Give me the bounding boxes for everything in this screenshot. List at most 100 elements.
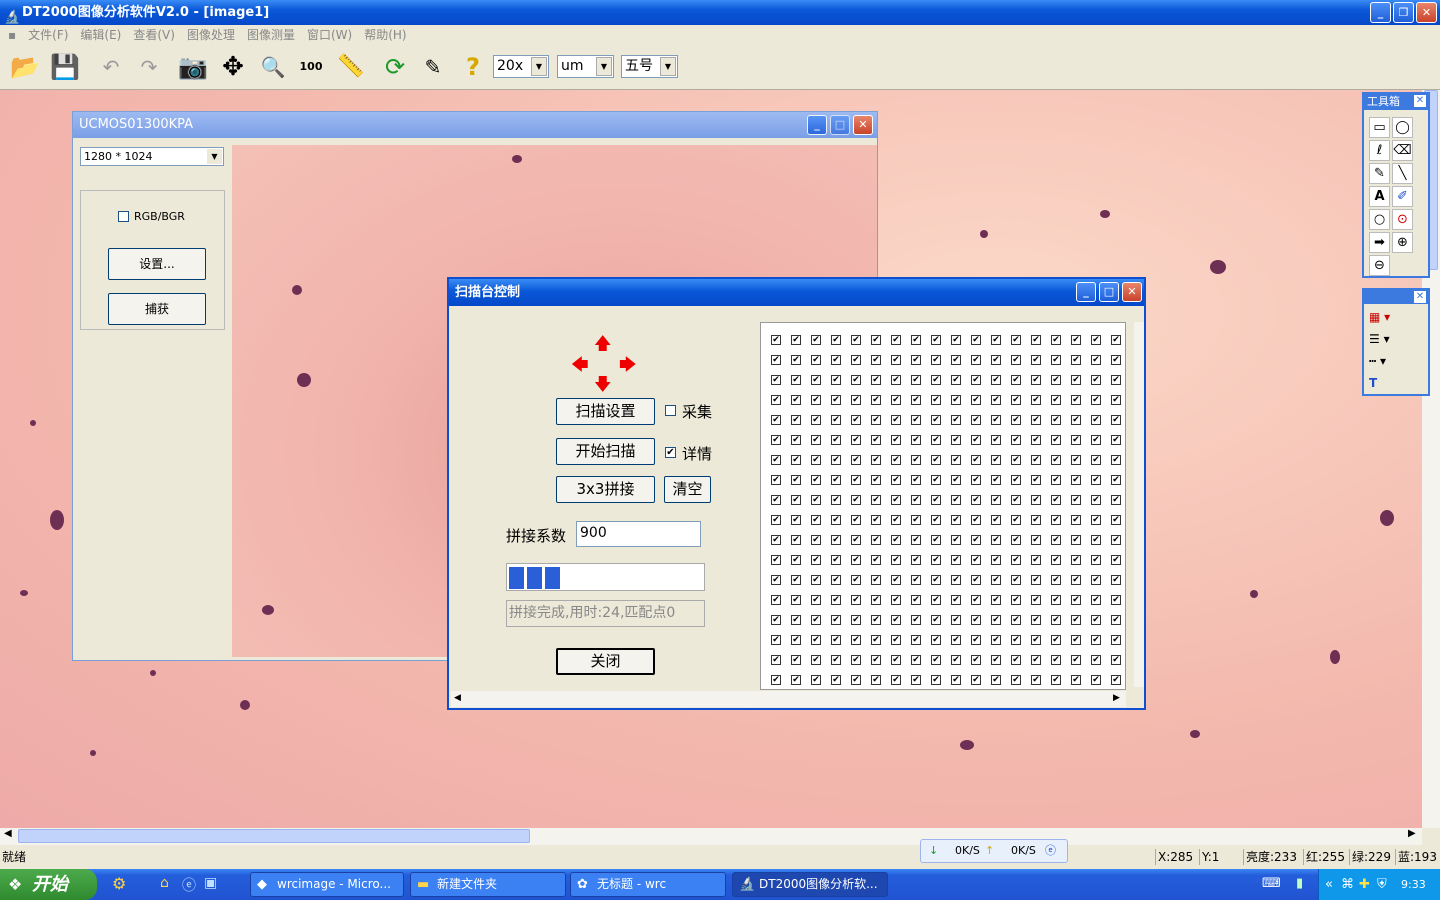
maximize-button[interactable]: □ <box>1099 282 1119 302</box>
grid-checkbox[interactable]: ✔ <box>1031 475 1041 485</box>
close-button[interactable]: ✕ <box>1416 2 1437 23</box>
grid-checkbox[interactable]: ✔ <box>891 375 901 385</box>
grid-checkbox[interactable]: ✔ <box>1071 415 1081 425</box>
grid-checkbox[interactable]: ✔ <box>951 655 961 665</box>
grid-checkbox[interactable]: ✔ <box>771 615 781 625</box>
grid-checkbox[interactable]: ✔ <box>771 655 781 665</box>
keyboard-icon[interactable]: ⌨ <box>1262 876 1281 891</box>
grid-checkbox[interactable]: ✔ <box>1011 595 1021 605</box>
grid-checkbox[interactable]: ✔ <box>931 395 941 405</box>
menu-edit[interactable]: 编辑(E) <box>74 25 127 45</box>
grid-checkbox[interactable]: ✔ <box>871 595 881 605</box>
grid-checkbox[interactable]: ✔ <box>991 475 1001 485</box>
grid-checkbox[interactable]: ✔ <box>1051 575 1061 585</box>
grid-checkbox[interactable]: ✔ <box>1071 555 1081 565</box>
grid-checkbox[interactable]: ✔ <box>1091 355 1101 365</box>
arrow-down-icon[interactable]: 🡇 <box>594 372 611 401</box>
ie-icon[interactable]: ⓔ <box>182 875 196 895</box>
grid-checkbox[interactable]: ✔ <box>1031 455 1041 465</box>
grid-checkbox[interactable]: ✔ <box>831 675 841 685</box>
grid-checkbox[interactable]: ✔ <box>811 435 821 445</box>
grid-checkbox[interactable]: ✔ <box>951 335 961 345</box>
menu-help[interactable]: 帮助(H) <box>358 25 412 45</box>
grid-checkbox[interactable]: ✔ <box>971 495 981 505</box>
grid-checkbox[interactable]: ✔ <box>971 395 981 405</box>
grid-checkbox[interactable]: ✔ <box>931 575 941 585</box>
grid-checkbox[interactable]: ✔ <box>1111 355 1121 365</box>
arrow-right-icon[interactable]: 🡆 <box>619 352 637 381</box>
grid-checkbox[interactable]: ✔ <box>971 455 981 465</box>
grid-checkbox[interactable]: ✔ <box>871 435 881 445</box>
line-style-icon[interactable]: ┅ ▾ <box>1369 354 1386 368</box>
scroll-right-icon[interactable]: ▶ <box>1113 693 1120 703</box>
grid-checkbox[interactable]: ✔ <box>1031 595 1041 605</box>
grid-checkbox[interactable]: ✔ <box>771 455 781 465</box>
minimize-button[interactable]: _ <box>1370 2 1391 23</box>
grid-checkbox[interactable]: ✔ <box>1051 675 1061 685</box>
grid-checkbox[interactable]: ✔ <box>991 635 1001 645</box>
grid-checkbox[interactable]: ✔ <box>951 355 961 365</box>
grid-checkbox[interactable]: ✔ <box>971 615 981 625</box>
grid-checkbox[interactable]: ✔ <box>851 615 861 625</box>
grid-checkbox[interactable]: ✔ <box>831 455 841 465</box>
grid-checkbox[interactable]: ✔ <box>1011 435 1021 445</box>
grid-checkbox[interactable]: ✔ <box>951 375 961 385</box>
grid-checkbox[interactable]: ✔ <box>871 335 881 345</box>
grid-checkbox[interactable]: ✔ <box>991 555 1001 565</box>
chevron-down-icon[interactable]: ▼ <box>207 149 222 164</box>
minimize-button[interactable]: _ <box>1076 282 1096 302</box>
grid-checkbox[interactable]: ✔ <box>1071 595 1081 605</box>
grid-checkbox[interactable]: ✔ <box>1031 675 1041 685</box>
grid-checkbox[interactable]: ✔ <box>1051 435 1061 445</box>
grid-checkbox[interactable]: ✔ <box>1111 675 1121 685</box>
grid-checkbox[interactable]: ✔ <box>911 555 921 565</box>
camera-icon[interactable]: 📷 <box>176 50 210 84</box>
grid-checkbox[interactable]: ✔ <box>951 575 961 585</box>
grid-checkbox[interactable]: ✔ <box>1051 595 1061 605</box>
grid-checkbox[interactable]: ✔ <box>931 555 941 565</box>
rect-select-icon[interactable]: ▭ <box>1369 117 1390 138</box>
grid-checkbox[interactable]: ✔ <box>891 395 901 405</box>
grid-checkbox[interactable]: ✔ <box>911 575 921 585</box>
grid-checkbox[interactable]: ✔ <box>1091 495 1101 505</box>
grid-checkbox[interactable]: ✔ <box>1111 475 1121 485</box>
grid-checkbox[interactable]: ✔ <box>811 455 821 465</box>
grid-checkbox[interactable]: ✔ <box>1091 455 1101 465</box>
grid-checkbox[interactable]: ✔ <box>831 375 841 385</box>
grid-checkbox[interactable]: ✔ <box>811 415 821 425</box>
grid-checkbox[interactable]: ✔ <box>811 535 821 545</box>
grid-checkbox[interactable]: ✔ <box>771 675 781 685</box>
grid-checkbox[interactable]: ✔ <box>931 515 941 525</box>
grid-checkbox[interactable]: ✔ <box>871 555 881 565</box>
grid-checkbox[interactable]: ✔ <box>1111 375 1121 385</box>
grid-checkbox[interactable]: ✔ <box>1011 335 1021 345</box>
grid-checkbox[interactable]: ✔ <box>791 355 801 365</box>
grid-checkbox[interactable]: ✔ <box>791 395 801 405</box>
grid-horizontal-scrollbar[interactable]: ◀ ▶ <box>451 691 1126 707</box>
grid-checkbox[interactable]: ✔ <box>871 495 881 505</box>
grid-checkbox[interactable]: ✔ <box>771 495 781 505</box>
grid-checkbox[interactable]: ✔ <box>1091 515 1101 525</box>
grid-checkbox[interactable]: ✔ <box>811 355 821 365</box>
grid-checkbox[interactable]: ✔ <box>851 455 861 465</box>
desktop-icon[interactable]: ▣ <box>204 875 217 891</box>
arrow-left-icon[interactable]: 🡄 <box>571 352 589 381</box>
horizontal-scrollbar[interactable]: ◀ ▶ <box>0 828 1422 845</box>
grid-checkbox[interactable]: ✔ <box>1031 355 1041 365</box>
refresh-icon[interactable]: ⟳ <box>378 50 412 84</box>
menu-image-measure[interactable]: 图像测量 <box>241 25 301 45</box>
grid-checkbox[interactable]: ✔ <box>891 435 901 445</box>
grid-checkbox[interactable]: ✔ <box>851 355 861 365</box>
grid-checkbox[interactable]: ✔ <box>831 435 841 445</box>
stitch-3x3-button[interactable]: 3x3拼接 <box>556 476 655 503</box>
grid-checkbox[interactable]: ✔ <box>1011 655 1021 665</box>
grid-checkbox[interactable]: ✔ <box>1011 355 1021 365</box>
grid-checkbox[interactable]: ✔ <box>951 615 961 625</box>
grid-checkbox[interactable]: ✔ <box>971 635 981 645</box>
chevron-down-icon[interactable]: ▼ <box>531 57 547 76</box>
ellipse-select-icon[interactable]: ◯ <box>1392 117 1413 138</box>
grid-checkbox[interactable]: ✔ <box>991 655 1001 665</box>
grid-checkbox[interactable]: ✔ <box>911 455 921 465</box>
grid-checkbox[interactable]: ✔ <box>1011 415 1021 425</box>
grid-checkbox[interactable]: ✔ <box>991 615 1001 625</box>
